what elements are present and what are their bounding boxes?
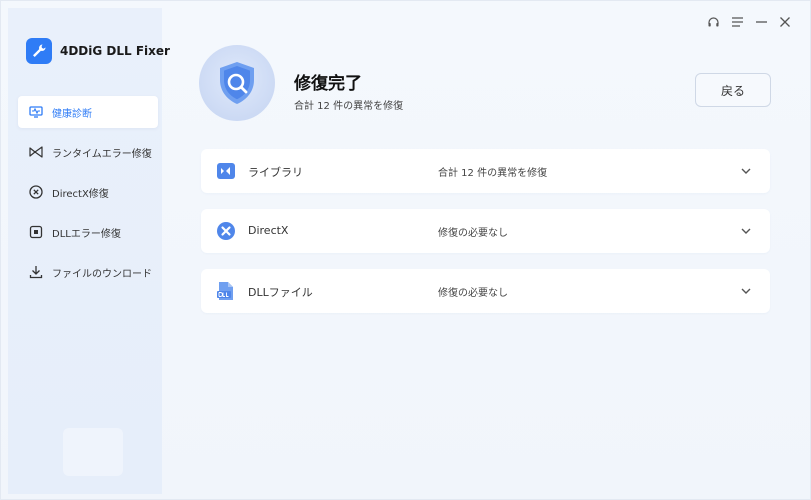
page-title: 修復完了 (294, 74, 362, 94)
menu-icon[interactable] (730, 15, 744, 29)
chevron-down-icon[interactable] (740, 225, 752, 237)
page-subtitle: 合計 12 件の異常を修復 (294, 101, 404, 112)
sidebar-item-label: DirectX修復 (52, 188, 109, 200)
result-status: 修復の必要なし (438, 288, 508, 299)
minimize-icon[interactable] (754, 15, 768, 29)
shield-search-icon (199, 45, 275, 121)
result-status: 合計 12 件の異常を修復 (438, 168, 548, 179)
square-dot-icon (28, 224, 44, 240)
sidebar-item-dll-repair[interactable]: DLLエラー修復 (18, 216, 158, 248)
vs-bowtie-icon (28, 144, 44, 160)
sidebar-item-runtime-repair[interactable]: ランタイムエラー修復 (18, 136, 158, 168)
close-icon[interactable] (778, 15, 792, 29)
download-icon (28, 264, 44, 280)
result-status: 修復の必要なし (438, 228, 508, 239)
sidebar-nav: 健康診断 ランタイムエラー修復 DirectX修復 DLLエラー修復 ファイルの… (18, 96, 158, 296)
back-button[interactable]: 戻る (695, 73, 771, 107)
result-name: DirectX (248, 224, 289, 237)
sidebar-item-label: ファイルのウンロード (52, 268, 152, 280)
sidebar-item-file-download[interactable]: ファイルのウンロード (18, 256, 158, 288)
headset-icon[interactable] (706, 15, 720, 29)
sidebar-item-label: DLLエラー修復 (52, 228, 121, 240)
wrench-logo-icon (26, 38, 52, 64)
result-row-library[interactable]: ライブラリ 合計 12 件の異常を修復 (201, 149, 770, 193)
monitor-pulse-icon (28, 104, 44, 120)
decorative-illustration (63, 428, 123, 476)
titlebar-controls (706, 15, 792, 29)
chevron-down-icon[interactable] (740, 165, 752, 177)
app-window: 4DDiG DLL Fixer 健康診断 ランタイムエラー修復 DirectX修… (0, 0, 811, 500)
chevron-down-icon[interactable] (740, 285, 752, 297)
x-circle-icon (28, 184, 44, 200)
sidebar-item-directx-repair[interactable]: DirectX修復 (18, 176, 158, 208)
brand: 4DDiG DLL Fixer (26, 38, 170, 64)
sidebar-item-label: 健康診断 (52, 108, 92, 120)
result-name: DLLファイル (248, 286, 313, 299)
sidebar: 4DDiG DLL Fixer 健康診断 ランタイムエラー修復 DirectX修… (8, 8, 170, 494)
result-row-dll-files[interactable]: DLLファイル 修復の必要なし (201, 269, 770, 313)
result-name: ライブラリ (248, 166, 303, 179)
visual-studio-icon (216, 161, 236, 181)
result-row-directx[interactable]: DirectX 修復の必要なし (201, 209, 770, 253)
sidebar-item-label: ランタイムエラー修復 (52, 148, 152, 160)
dll-file-icon (216, 281, 236, 301)
directx-icon (216, 221, 236, 241)
sidebar-item-health-check[interactable]: 健康診断 (18, 96, 158, 128)
app-name: 4DDiG DLL Fixer (60, 44, 170, 58)
